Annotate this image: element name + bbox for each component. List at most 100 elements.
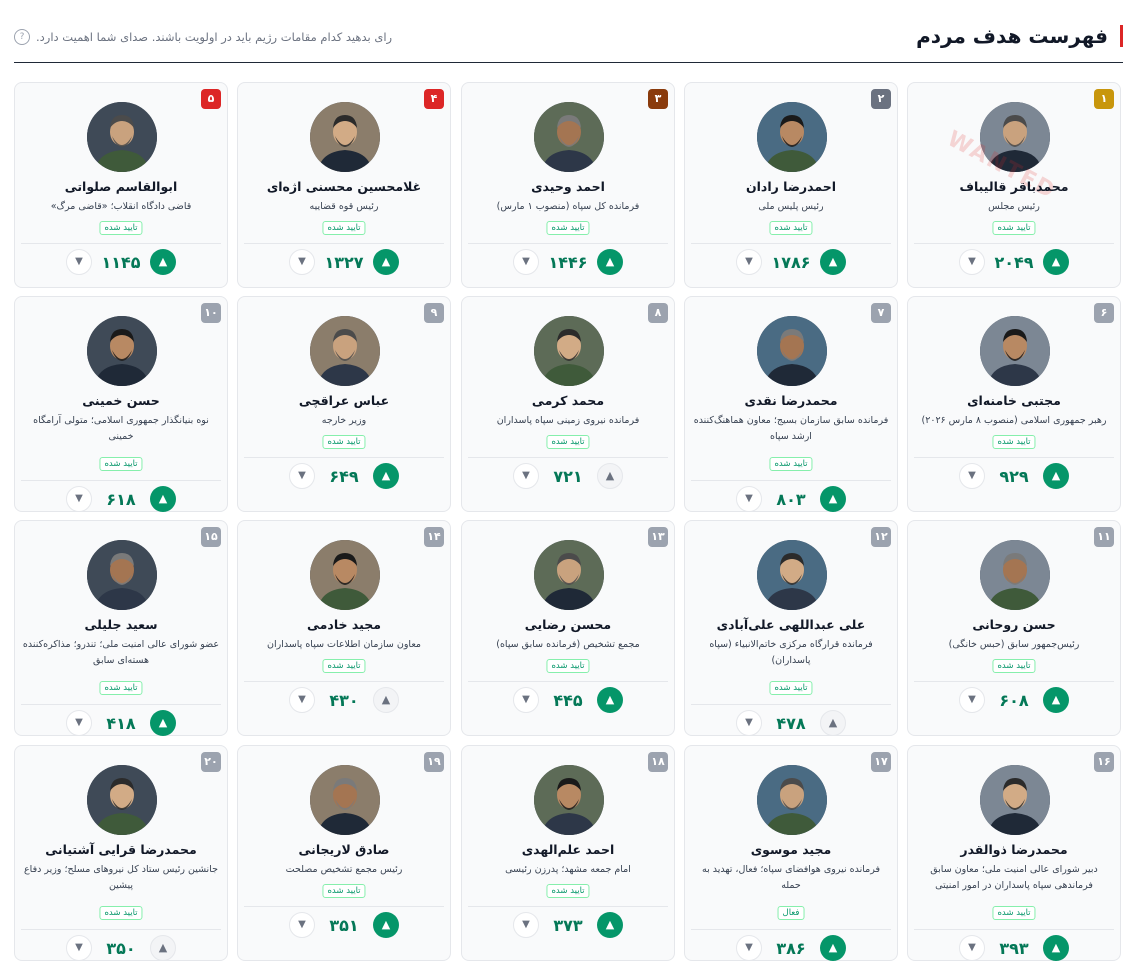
downvote-button[interactable]: ▼: [959, 463, 985, 489]
rank-badge: ۵: [201, 89, 221, 109]
vote-controls: ▲ ۴۱۸ ▼: [15, 710, 227, 736]
downvote-button[interactable]: ▼: [66, 710, 92, 736]
rank-badge: ۱۲: [871, 527, 891, 547]
divider: [691, 480, 891, 481]
upvote-button[interactable]: ▲: [1043, 687, 1069, 713]
downvote-button[interactable]: ▼: [513, 912, 539, 938]
target-role: فرمانده نیروی زمینی سپاه پاسداران: [496, 415, 640, 426]
upvote-button[interactable]: ▲: [373, 249, 399, 275]
downvote-button[interactable]: ▼: [66, 486, 92, 512]
target-name: مجید خادمی: [307, 617, 381, 632]
downvote-button[interactable]: ▼: [66, 249, 92, 275]
downvote-button[interactable]: ▼: [959, 687, 985, 713]
rank-badge: ۹: [424, 303, 444, 323]
downvote-button[interactable]: ▼: [959, 935, 985, 961]
target-card[interactable]: ۸ محمد کرمی فرمانده نیروی زمینی سپاه پاسدا…: [461, 296, 675, 512]
subtitle-text: رای بدهید کدام مقامات رژیم باید در اولوی…: [36, 30, 393, 44]
status-badge: تایید شده: [992, 435, 1036, 449]
target-name: سعید جلیلی: [84, 617, 158, 632]
upvote-button[interactable]: ▲: [597, 687, 623, 713]
target-card[interactable]: ۱۱ حسن روحانی رئیس‌جمهور سابق (حبس خانگی) ت…: [907, 520, 1121, 736]
divider: [691, 243, 891, 244]
downvote-button[interactable]: ▼: [513, 249, 539, 275]
upvote-button[interactable]: ▲: [820, 486, 846, 512]
target-name: احمد علم‌الهدی: [521, 842, 615, 857]
target-card[interactable]: ۱۲ علی عبداللهی علی‌آبادی فرمانده قرارگاه …: [684, 520, 898, 736]
vote-score: ۹۲۹: [999, 466, 1029, 486]
upvote-button[interactable]: ▲: [150, 486, 176, 512]
target-card[interactable]: ۱۶ محمدرضا ذوالقدر دبیر شورای عالی امنیت م…: [907, 745, 1121, 961]
status-badge: تایید شده: [99, 221, 143, 235]
target-name: محمدرضا قرایی آشتیانی: [45, 842, 197, 857]
downvote-button[interactable]: ▼: [66, 935, 92, 961]
avatar: [757, 765, 827, 835]
downvote-button[interactable]: ▼: [289, 463, 315, 489]
target-card[interactable]: ۷ محمدرضا نقدی فرمانده سابق سازمان بسیج؛ م…: [684, 296, 898, 512]
target-card[interactable]: ۵ ابوالقاسم صلواتی قاضی دادگاه انقلاب؛ «قا…: [14, 82, 228, 288]
target-card[interactable]: ۱۷ مجید موسوی فرمانده نیروی هوافضای سپاه؛ …: [684, 745, 898, 961]
target-role: معاون سازمان اطلاعات سپاه پاسداران: [266, 639, 421, 650]
upvote-button[interactable]: ▲: [597, 463, 623, 489]
target-card[interactable]: ۴ غلامحسین محسنی اژه‌ای رئیس قوه قضاییه تای…: [237, 82, 451, 288]
upvote-button[interactable]: ▲: [1043, 249, 1069, 275]
upvote-button[interactable]: ▲: [373, 463, 399, 489]
downvote-button[interactable]: ▼: [736, 710, 762, 736]
upvote-button[interactable]: ▲: [373, 687, 399, 713]
target-name: علی عبداللهی علی‌آبادی: [716, 617, 866, 632]
vote-score: ۳۷۳: [553, 915, 583, 935]
downvote-button[interactable]: ▼: [289, 912, 315, 938]
vote-controls: ▲ ۴۷۸ ▼: [685, 710, 897, 736]
downvote-button[interactable]: ▼: [513, 463, 539, 489]
downvote-button[interactable]: ▼: [289, 687, 315, 713]
upvote-button[interactable]: ▲: [820, 249, 846, 275]
downvote-button[interactable]: ▼: [959, 249, 985, 275]
downvote-button[interactable]: ▼: [513, 687, 539, 713]
target-card[interactable]: ۱۳ محسن رضایی مجمع تشخیص (فرمانده سابق سپا…: [461, 520, 675, 736]
page-subtitle: رای بدهید کدام مقامات رژیم باید در اولوی…: [14, 29, 392, 45]
status-badge: تایید شده: [992, 659, 1036, 673]
target-name: احمدرضا رادان: [745, 179, 837, 194]
upvote-button[interactable]: ▲: [597, 912, 623, 938]
downvote-button[interactable]: ▼: [289, 249, 315, 275]
upvote-button[interactable]: ▲: [373, 912, 399, 938]
upvote-button[interactable]: ▲: [150, 249, 176, 275]
upvote-button[interactable]: ▲: [597, 249, 623, 275]
upvote-button[interactable]: ▲: [150, 710, 176, 736]
vote-controls: ▲ ۶۰۸ ▼: [908, 687, 1120, 713]
upvote-button[interactable]: ▲: [820, 935, 846, 961]
vote-controls: ▲ ۸۰۳ ▼: [685, 486, 897, 512]
upvote-button[interactable]: ▲: [820, 710, 846, 736]
rank-badge: ۳: [648, 89, 668, 109]
downvote-button[interactable]: ▼: [736, 249, 762, 275]
divider: [468, 681, 668, 682]
target-card[interactable]: ۲ احمدرضا رادان رئیس پلیس ملی تایید شده ▲ ۱۷۸…: [684, 82, 898, 288]
target-card[interactable]: ۹ عباس عراقچی وزیر خارجه تایید شده ▲ ۶۴۹ ▼: [237, 296, 451, 512]
downvote-button[interactable]: ▼: [736, 935, 762, 961]
downvote-button[interactable]: ▼: [736, 486, 762, 512]
help-icon[interactable]: ?: [14, 29, 30, 45]
target-name: مجتبی خامنه‌ای: [967, 393, 1061, 408]
vote-controls: ▲ ۳۷۳ ▼: [462, 912, 674, 938]
target-card[interactable]: ۶ مجتبی خامنه‌ای رهبر جمهوری اسلامی (منصوب…: [907, 296, 1121, 512]
target-card[interactable]: ۱۸ احمد علم‌الهدی امام جمعه مشهد؛ پدرزن رئ…: [461, 745, 675, 961]
avatar: [980, 316, 1050, 386]
divider: [691, 929, 891, 930]
upvote-button[interactable]: ▲: [150, 935, 176, 961]
target-card[interactable]: ۱۹ صادق لاریجانی رئیس مجمع تشخیص مصلحت تایی…: [237, 745, 451, 961]
target-card[interactable]: ۱۰ حسن خمینی نوه بنیانگذار جمهوری اسلامی؛ …: [14, 296, 228, 512]
target-card[interactable]: ۲۰ محمدرضا قرایی آشتیانی جانشین رئیس ستاد …: [14, 745, 228, 961]
target-card[interactable]: ۱۵ سعید جلیلی عضو شورای عالی امنیت ملی؛ تن…: [14, 520, 228, 736]
vote-controls: ▲ ۱۴۴۶ ▼: [462, 249, 674, 275]
target-card[interactable]: ۱۴ مجید خادمی معاون سازمان اطلاعات سپاه پا…: [237, 520, 451, 736]
target-name: صادق لاریجانی: [298, 842, 390, 857]
target-card[interactable]: ۳ احمد وحیدی فرمانده کل سپاه (منصوب ۱ مارس…: [461, 82, 675, 288]
vote-score: ۶۱۸: [106, 489, 136, 509]
upvote-button[interactable]: ▲: [1043, 463, 1069, 489]
vote-score: ۱۴۴۶: [548, 252, 588, 272]
divider: [244, 906, 444, 907]
vote-score: ۱۷۸۶: [771, 252, 811, 272]
avatar: [534, 316, 604, 386]
upvote-button[interactable]: ▲: [1043, 935, 1069, 961]
target-card[interactable]: ۱ WANTED محمدباقر قالیباف رئیس مجلس تایید شد…: [907, 82, 1121, 288]
avatar: [757, 540, 827, 610]
